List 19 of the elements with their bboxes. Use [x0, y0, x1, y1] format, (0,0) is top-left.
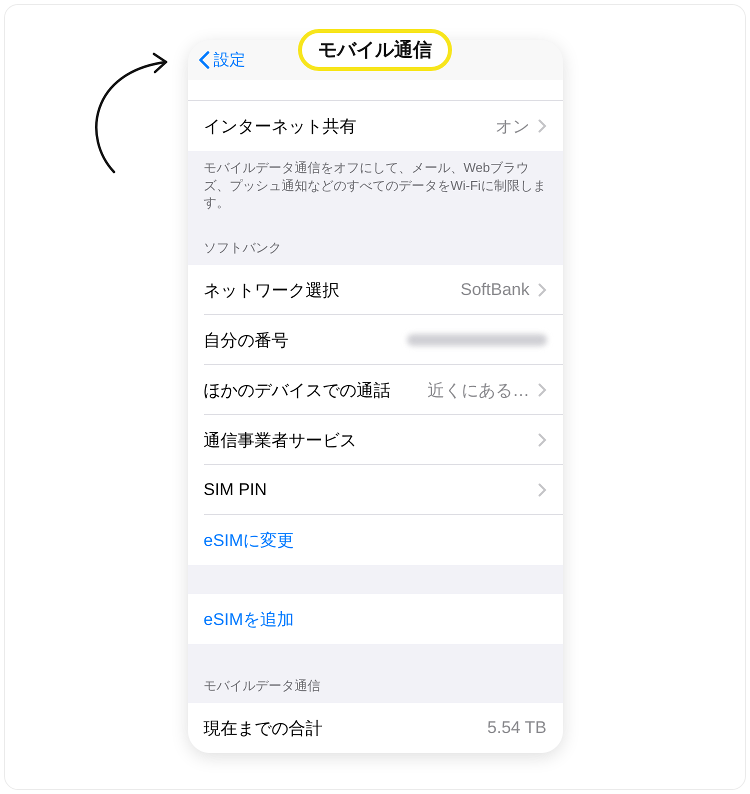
section-header: モバイルデータ通信 [202, 677, 322, 696]
section-footer: モバイルデータ通信をオフにして、メール、Webブラウズ、プッシュ通知などのすべてのデータをWi-Fiに制限します。 [188, 151, 562, 228]
row-value: オン [496, 116, 530, 138]
settings-row[interactable]: SIM PIN [188, 465, 562, 516]
section-header: ソフトバンク [202, 239, 282, 258]
row-value: SoftBank [460, 280, 530, 300]
settings-row[interactable]: 現在までの合計 5.54 TB [188, 703, 562, 753]
action-link[interactable]: eSIMを追加 [188, 594, 562, 644]
chevron-left-icon [198, 51, 210, 69]
back-button[interactable]: 設定 [198, 50, 246, 70]
row-value: 近くにある… [428, 380, 530, 402]
settings-row[interactable]: 通信事業者サービス [188, 415, 562, 466]
action-link[interactable]: eSIMに変更 [188, 515, 562, 566]
settings-row[interactable]: ネットワーク選択 SoftBank [188, 265, 562, 316]
highlighted-title: モバイル通信 [298, 29, 452, 71]
settings-row[interactable]: ほかのデバイスでの通話 近くにある… [188, 365, 562, 416]
row-value: 5.54 TB [487, 718, 546, 738]
settings-row[interactable]: 自分の番号 [188, 315, 562, 366]
settings-row[interactable]: インターネット共有 オン [188, 101, 562, 151]
